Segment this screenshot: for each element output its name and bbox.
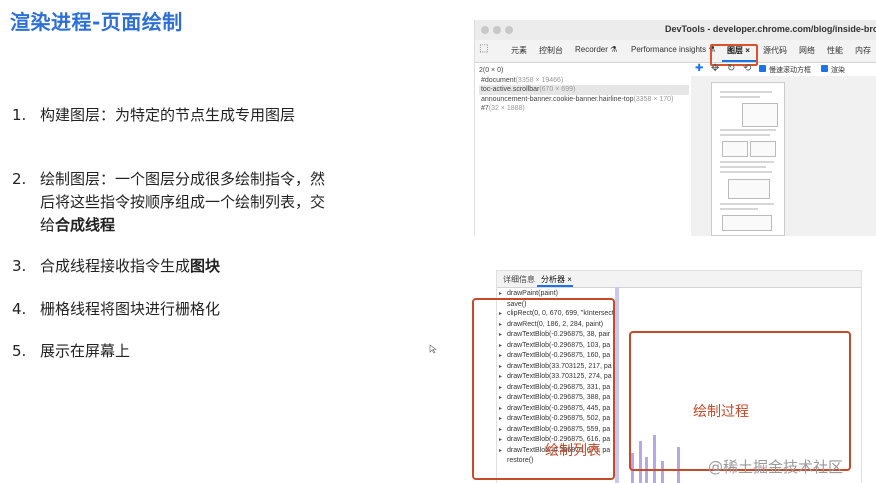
tab-profiler[interactable]: 分析器 ×: [541, 274, 572, 285]
move-icon[interactable]: ✥: [711, 63, 719, 74]
mouse-cursor-icon: [429, 344, 437, 354]
bullet-bold-text: 合成线程: [55, 216, 116, 234]
bullet-number: 5.: [12, 342, 27, 360]
layer-dims: (3358 × 19466): [515, 76, 564, 84]
bullet-item: 3. 合成线程接收指令生成图块: [12, 255, 330, 278]
layer-tree-header: 2(0 × 0): [479, 67, 504, 74]
layer-row[interactable]: #document(3358 × 19466): [479, 76, 689, 86]
layer-tree: 2(0 × 0) #document(3358 × 19466) toc-act…: [479, 66, 689, 114]
draw-list-label: 绘制列表: [545, 443, 601, 459]
paint-checkbox[interactable]: [821, 65, 828, 72]
bullet-text: 栅格线程将图块进行栅格化: [40, 300, 221, 318]
slow-scroll-label: 慢速滚动方框: [769, 67, 811, 74]
layer-dims: (670 × 699): [539, 86, 576, 93]
reset-icon[interactable]: ⟲: [743, 63, 751, 74]
tab-details[interactable]: 详细信息: [503, 274, 535, 285]
plus-icon[interactable]: ✚: [695, 63, 703, 74]
bullet-item: 4. 栅格线程将图块进行栅格化: [12, 298, 330, 321]
window-close-icon[interactable]: [481, 26, 489, 34]
layer-dims: (32 × 1888): [488, 105, 525, 112]
bullet-number: 4.: [12, 300, 27, 318]
window-maximize-icon[interactable]: [505, 26, 513, 34]
window-titlebar: DevTools - developer.chrome.com/blog/ins…: [475, 20, 876, 41]
slide-title: 渲染进程-页面绘制: [10, 10, 183, 34]
layer-row[interactable]: #7(32 × 1888): [479, 104, 689, 114]
devtools-window: DevTools - developer.chrome.com/blog/ins…: [474, 20, 876, 236]
bullet-text: 展示在屏幕上: [40, 342, 131, 360]
tab-console[interactable]: 控制台: [539, 45, 563, 56]
bullet-bold-text: 图块: [190, 257, 221, 275]
tab-performance[interactable]: 性能: [827, 45, 843, 56]
bullet-item: 2. 绘制图层：一个图层分成很多绘制指令，然后将这些指令按顺序组成一个绘制列表，…: [12, 168, 330, 237]
layer-name: #document: [480, 76, 516, 84]
timeline-selection-bar[interactable]: [615, 287, 619, 483]
layer-3d-view[interactable]: [691, 76, 876, 236]
window-title: DevTools - developer.chrome.com/blog/ins…: [665, 24, 876, 34]
bullet-number: 2.: [12, 170, 27, 188]
watermark: @稀土掘金技术社区: [708, 458, 844, 476]
page-thumbnail: [711, 82, 785, 236]
tab-memory[interactable]: 内存: [855, 45, 871, 56]
layer-row[interactable]: toc-active.scrollbar(670 × 699): [479, 85, 689, 95]
layer-dims: (3358 × 170): [633, 95, 674, 103]
slow-scroll-checkbox[interactable]: [759, 65, 766, 72]
layer-name: toc-active.scrollbar: [480, 86, 540, 93]
bullet-item: 1. 构建图层：为特定的节点生成专用图层: [12, 104, 330, 127]
bullet-number: 3.: [12, 257, 27, 275]
layer-row[interactable]: announcement-banner.cookie-banner.hairli…: [479, 95, 689, 105]
layer-name: #7: [480, 105, 489, 112]
layer-toolbar: ✚ ✥ ↻ ⟲ 慢速滚动方框 渲染: [691, 62, 876, 77]
active-tab-indicator: [537, 285, 573, 287]
tab-performance-insights[interactable]: Performance insights ⚗: [631, 45, 716, 54]
window-minimize-icon[interactable]: [493, 26, 501, 34]
draw-process-label: 绘制过程: [693, 404, 749, 420]
bullet-item: 5. 展示在屏幕上: [12, 340, 330, 363]
draw-command-text: drawPaint(paint): [507, 290, 558, 297]
inspect-element-icon[interactable]: ⬚: [479, 43, 488, 54]
bullet-text: 构建图层：为特定的节点生成专用图层: [40, 106, 296, 124]
tab-recorder[interactable]: Recorder ⚗: [575, 45, 617, 54]
paint-label: 渲染: [831, 67, 845, 74]
layer-name: announcement-banner.cookie-banner.hairli…: [480, 95, 634, 103]
bullet-text: 合成线程接收指令生成: [40, 257, 191, 275]
tab-network[interactable]: 网络: [799, 45, 815, 56]
devtools-tab-bar: ⬚ 元素 控制台 Recorder ⚗ Performance insights…: [475, 40, 876, 63]
tab-sources[interactable]: 源代码: [763, 45, 787, 56]
rotate-icon[interactable]: ↻: [727, 63, 735, 74]
bullet-number: 1.: [12, 106, 27, 124]
tab-elements[interactable]: 元素: [511, 45, 527, 56]
